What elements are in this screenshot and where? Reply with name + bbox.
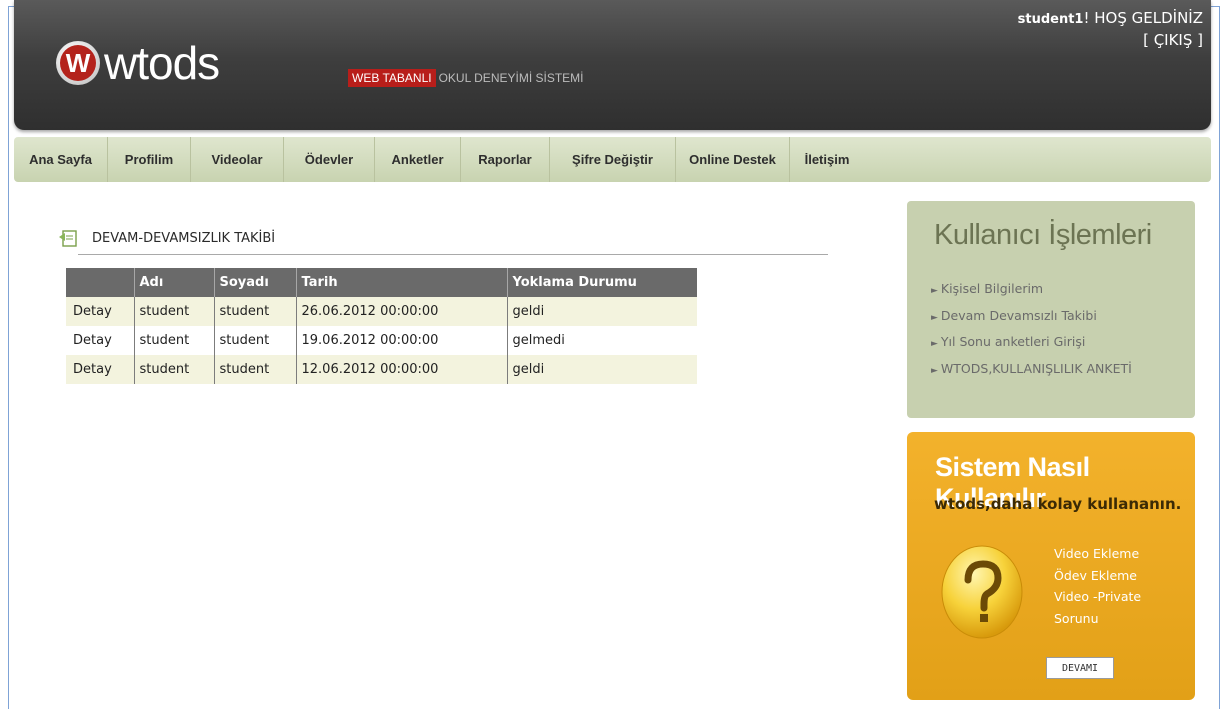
column-header[interactable]: Adı — [133, 268, 214, 297]
detail-link[interactable]: Detay — [66, 355, 134, 384]
site-header: W wtods WEB TABANLI OKUL DENEYİMİ SİSTEM… — [14, 0, 1211, 130]
user-link-usability-survey[interactable]: ► WTODS,KULLANIŞLILIK ANKETİ — [931, 357, 1132, 384]
table-cell: 26.06.2012 00:00:00 — [295, 297, 507, 326]
triangle-bullet-icon: ► — [931, 312, 938, 323]
title-divider — [78, 254, 828, 255]
triangle-bullet-icon: ► — [931, 365, 938, 376]
tagline-rest: OKUL DENEYİMİ SİSTEMİ — [438, 71, 584, 85]
nav-iletisim[interactable]: İletişim — [790, 137, 864, 182]
table-cell: student — [213, 326, 296, 355]
nav-sifre-degistir[interactable]: Şifre Değiştir — [550, 137, 676, 182]
table-cell: 12.06.2012 00:00:00 — [295, 355, 507, 384]
site-logo[interactable]: W wtods — [56, 37, 220, 89]
table-row: Detay student student 12.06.2012 00:00:0… — [66, 355, 697, 384]
question-mark-icon — [941, 545, 1023, 639]
nav-odevler[interactable]: Ödevler — [284, 137, 375, 182]
user-link-label: Yıl Sonu anketleri Girişi — [940, 334, 1086, 349]
table-cell: student — [213, 355, 296, 384]
user-link-year-end-surveys[interactable]: ► Yıl Sonu anketleri Girişi — [931, 330, 1132, 357]
help-link-video-private[interactable]: Video -Private — [1054, 586, 1141, 608]
site-tagline: WEB TABANLI OKUL DENEYİMİ SİSTEMİ — [348, 69, 584, 87]
help-link-problem[interactable]: Sorunu — [1054, 608, 1141, 630]
table-row: Detay student student 26.06.2012 00:00:0… — [66, 297, 697, 326]
triangle-bullet-icon: ► — [931, 286, 938, 296]
logout-link[interactable]: [ ÇIKIŞ ] — [1018, 30, 1203, 51]
logo-mark-letter: W — [60, 45, 96, 81]
nav-anketler[interactable]: Anketler — [375, 137, 461, 182]
table-cell: student — [213, 297, 296, 326]
user-link-attendance[interactable]: ► Devam Devamsızlı Takibi — [931, 304, 1132, 331]
table-cell: student — [133, 326, 214, 355]
table-cell: 19.06.2012 00:00:00 — [295, 326, 507, 355]
attendance-table: Adı Soyadı Tarih Yoklama Durumu Detay st… — [66, 268, 697, 384]
document-icon — [59, 230, 77, 247]
table-cell: student — [133, 355, 214, 384]
help-link-video-add[interactable]: Video Ekleme — [1054, 543, 1141, 565]
nav-online-destek[interactable]: Online Destek — [676, 137, 790, 182]
help-link-homework-add[interactable]: Ödev Ekleme — [1054, 565, 1141, 587]
section-title: DEVAM-DEVAMSIZLIK TAKİBİ — [58, 228, 275, 248]
user-link-label: WTODS,KULLANIŞLILIK ANKETİ — [940, 360, 1132, 376]
help-panel: Sistem Nasıl Kullanılır wtods,daha kolay… — [907, 432, 1195, 700]
table-cell: gelmedi — [506, 326, 697, 355]
table-header-row: Adı Soyadı Tarih Yoklama Durumu — [66, 268, 697, 297]
detail-link[interactable]: Detay — [66, 297, 134, 326]
column-header[interactable]: Tarih — [295, 268, 507, 297]
nav-raporlar[interactable]: Raporlar — [461, 137, 550, 182]
table-cell: student — [133, 297, 214, 326]
nav-videolar[interactable]: Videolar — [191, 137, 284, 182]
logo-text: wtods — [104, 37, 220, 89]
detail-link[interactable]: Detay — [66, 326, 134, 355]
nav-profilim[interactable]: Profilim — [108, 137, 191, 182]
user-panel-title: Kullanıcı İşlemleri — [934, 219, 1152, 251]
section-title-text: DEVAM-DEVAMSIZLIK TAKİBİ — [92, 230, 276, 246]
user-panel-links: ► Kişisel Bilgilerim ► Devam Devamsızlı Ta… — [931, 277, 1132, 383]
help-panel-subtitle: wtods,daha kolay kullananın. — [934, 495, 1182, 513]
column-header[interactable]: Soyadı — [213, 268, 296, 297]
welcome-box: student1! HOŞ GELDİNİZ [ ÇIKIŞ ] — [1018, 8, 1203, 51]
triangle-bullet-icon: ► — [931, 339, 938, 349]
user-actions-panel: Kullanıcı İşlemleri ► Kişisel Bilgilerim … — [907, 201, 1195, 418]
table-row: Detay student student 19.06.2012 00:00:0… — [66, 326, 697, 355]
main-nav: Ana Sayfa Profilim Videolar Ödevler Anke… — [14, 137, 1211, 182]
user-link-label: Devam Devamsızlı Takibi — [940, 307, 1097, 323]
user-link-personal-info[interactable]: ► Kişisel Bilgilerim — [931, 277, 1132, 304]
welcome-username: student1 — [1017, 12, 1084, 27]
welcome-text: ! HOŞ GELDİNİZ — [1083, 9, 1203, 27]
column-header[interactable]: Yoklama Durumu — [506, 268, 697, 297]
user-link-label: Kişisel Bilgilerim — [940, 281, 1044, 296]
tagline-highlight: WEB TABANLI — [348, 69, 436, 87]
table-cell: geldi — [506, 297, 697, 326]
table-cell: geldi — [506, 355, 697, 384]
column-header — [66, 268, 134, 297]
devami-button[interactable]: DEVAMI — [1046, 657, 1114, 679]
nav-ana-sayfa[interactable]: Ana Sayfa — [14, 137, 108, 182]
logo-w-icon: W — [56, 41, 100, 85]
help-links: Video Ekleme Ödev Ekleme Video -Private … — [1054, 543, 1141, 629]
